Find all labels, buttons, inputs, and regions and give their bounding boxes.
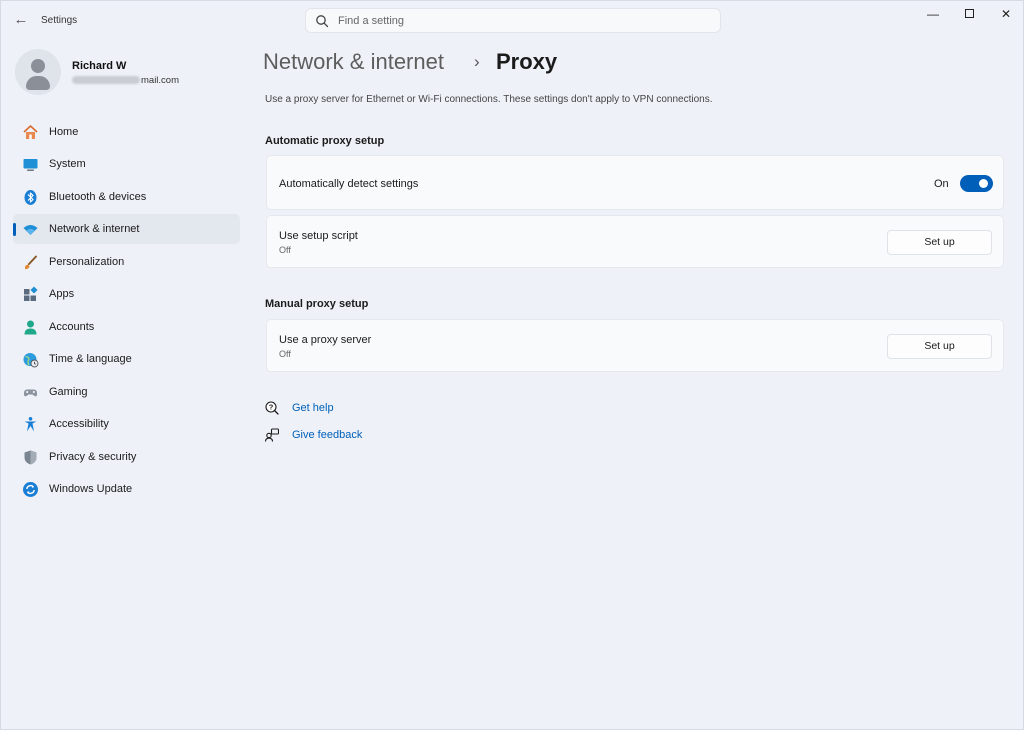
get-help-label: Get help <box>292 402 334 414</box>
gamepad-icon <box>23 389 38 397</box>
sidebar-item-label: Accounts <box>49 321 95 333</box>
sidebar-item-accessibility[interactable]: Accessibility <box>13 409 240 439</box>
sidebar-item-label: Privacy & security <box>49 451 137 463</box>
maximize-icon <box>964 9 974 18</box>
toggle-state-label: On <box>934 178 949 190</box>
setup-script-status: Off <box>279 245 291 255</box>
apps-icon <box>24 286 38 301</box>
sidebar-item-accounts[interactable]: Accounts <box>13 312 240 342</box>
search-placeholder: Find a setting <box>338 15 405 27</box>
sidebar-item-network[interactable]: Network & internet <box>13 214 240 244</box>
sidebar-item-windows-update[interactable]: Windows Update <box>13 474 240 504</box>
shield-icon <box>24 450 37 465</box>
sidebar-item-label: Gaming <box>49 386 88 398</box>
page-description: Use a proxy server for Ethernet or Wi-Fi… <box>265 94 713 105</box>
setup-script-title: Use setup script <box>279 230 358 242</box>
sidebar-item-label: Network & internet <box>49 223 140 235</box>
sidebar-item-label: Windows Update <box>49 483 133 495</box>
avatar[interactable] <box>15 49 61 95</box>
section-title-manual: Manual proxy setup <box>265 298 369 310</box>
sidebar-item-privacy[interactable]: Privacy & security <box>13 442 240 472</box>
sidebar-item-apps[interactable]: Apps <box>13 279 240 309</box>
sidebar-item-time-language[interactable]: Time & language <box>13 344 240 374</box>
email-domain: mail.com <box>141 75 180 86</box>
maximize-button[interactable] <box>954 7 984 21</box>
bluetooth-icon <box>24 190 37 205</box>
svg-text:?: ? <box>269 403 274 412</box>
setup-script-card: Use setup script Off Set up <box>266 215 1004 268</box>
section-title-automatic: Automatic proxy setup <box>265 135 385 147</box>
home-icon <box>23 125 38 139</box>
breadcrumb-parent[interactable]: Network & internet <box>263 49 444 75</box>
globe-clock-icon <box>23 353 39 368</box>
sidebar-item-bluetooth[interactable]: Bluetooth & devices <box>13 182 240 212</box>
minimize-button[interactable]: — <box>918 7 948 21</box>
sidebar-item-system[interactable]: System <box>13 149 240 179</box>
accounts-icon <box>24 320 37 335</box>
proxy-server-button[interactable]: Set up <box>887 334 992 359</box>
active-indicator <box>13 223 16 236</box>
search-input[interactable]: Find a setting <box>305 8 721 33</box>
search-icon <box>316 15 329 28</box>
close-button[interactable]: ✕ <box>991 7 1021 21</box>
give-feedback-label: Give feedback <box>292 429 363 441</box>
profile-email: mail.com <box>72 75 179 86</box>
give-feedback-link[interactable]: Give feedback <box>265 427 405 443</box>
sidebar-item-gaming[interactable]: Gaming <box>13 377 240 407</box>
setup-script-button[interactable]: Set up <box>887 230 992 255</box>
feedback-icon <box>265 428 279 442</box>
system-icon <box>23 159 38 171</box>
avatar-head <box>31 59 45 73</box>
app-title: Settings <box>41 15 78 26</box>
help-icon: ? <box>265 401 279 415</box>
sidebar-item-label: System <box>49 158 86 170</box>
wifi-icon <box>23 225 38 235</box>
avatar-body <box>26 76 50 90</box>
back-arrow-icon[interactable]: ← <box>11 11 31 29</box>
get-help-link[interactable]: ? Get help <box>265 400 405 416</box>
accessibility-icon <box>24 417 37 432</box>
proxy-server-title: Use a proxy server <box>279 334 372 346</box>
proxy-server-status: Off <box>279 349 291 359</box>
page-title: Proxy <box>496 49 558 74</box>
auto-detect-toggle[interactable] <box>960 175 993 192</box>
brush-icon <box>24 255 37 270</box>
sidebar-item-label: Bluetooth & devices <box>49 191 147 203</box>
auto-detect-title: Automatically detect settings <box>279 178 419 190</box>
sidebar-item-label: Accessibility <box>49 418 109 430</box>
profile-name: Richard W <box>72 60 127 72</box>
proxy-server-card: Use a proxy server Off Set up <box>266 319 1004 372</box>
redacted-email <box>72 76 140 85</box>
sidebar-item-label: Time & language <box>49 353 132 365</box>
auto-detect-card: Automatically detect settings On <box>266 155 1004 210</box>
toggle-knob <box>979 179 988 188</box>
update-icon <box>23 482 38 497</box>
title-bar: ← Settings Find a setting — ✕ <box>1 1 1024 41</box>
sidebar-item-label: Personalization <box>49 256 125 268</box>
sidebar-item-home[interactable]: Home <box>13 117 240 147</box>
sidebar-item-label: Home <box>49 126 79 138</box>
sidebar-item-label: Apps <box>49 288 75 300</box>
sidebar-item-personalization[interactable]: Personalization <box>13 247 240 277</box>
settings-window: ← Settings Find a setting — ✕ Richard W … <box>0 0 1024 730</box>
breadcrumb-separator: › <box>474 52 480 71</box>
